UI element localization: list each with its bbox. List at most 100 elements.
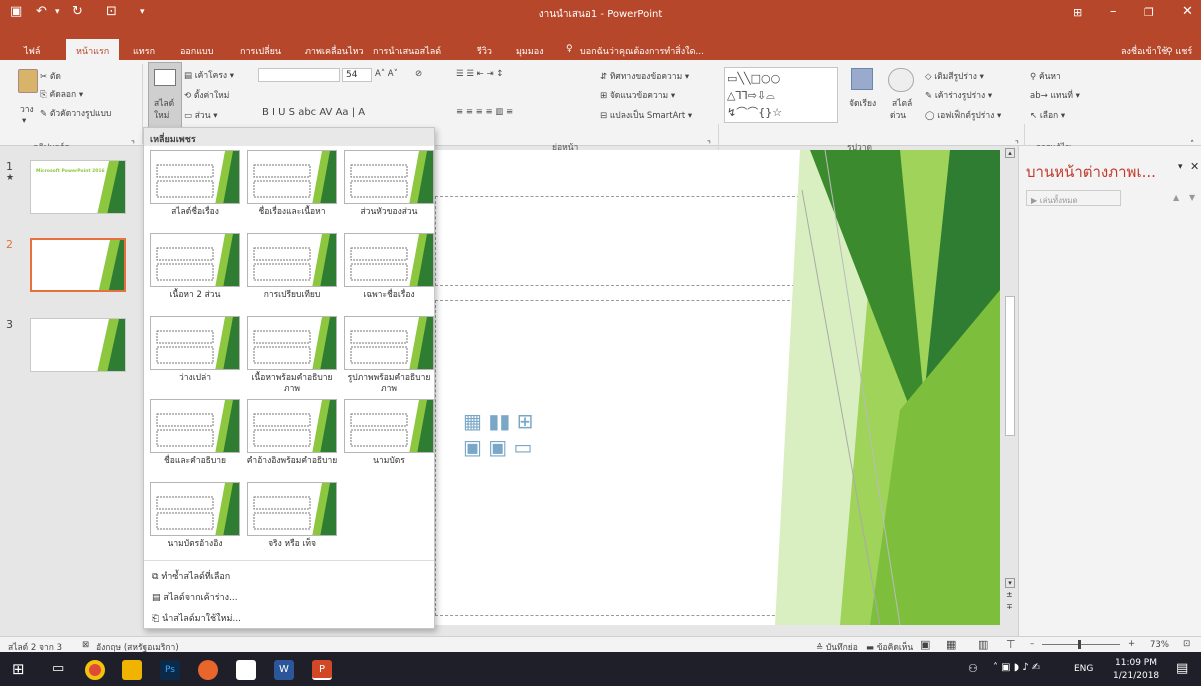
- layout-option[interactable]: [247, 150, 337, 204]
- clock-date[interactable]: 1/21/2018: [1113, 671, 1159, 681]
- tab-review[interactable]: รีวิว: [477, 44, 492, 58]
- layout-option[interactable]: [344, 150, 434, 204]
- tab-insert[interactable]: แทรก: [133, 44, 155, 58]
- pane-options-icon[interactable]: ▾: [1178, 162, 1183, 172]
- layout-option[interactable]: [150, 399, 240, 453]
- slides-from-outline-item[interactable]: ▤ สไลด์จากเค้าร่าง...: [152, 590, 238, 604]
- tray-icons[interactable]: ˄ ▣ ◗ ♪ ✍: [993, 662, 1040, 673]
- layout-option[interactable]: [344, 316, 434, 370]
- scissors-icon[interactable]: ✂ ตัด: [40, 69, 61, 83]
- tab-file[interactable]: ไฟล์: [24, 44, 40, 58]
- slide-thumbnail-2[interactable]: [30, 238, 126, 292]
- font-grow-icon[interactable]: A˄ A˅: [375, 69, 398, 79]
- photoshop-icon[interactable]: Ps: [160, 660, 180, 680]
- close-icon[interactable]: ✕: [1182, 4, 1193, 19]
- chrome-icon[interactable]: [85, 660, 105, 680]
- section-button[interactable]: ▭ ส่วน ▾: [184, 108, 217, 122]
- align-text-button[interactable]: ⊞ จัดแนวข้อความ ▾: [600, 88, 675, 102]
- layout-option[interactable]: [247, 399, 337, 453]
- scroll-thumb[interactable]: [1005, 296, 1015, 436]
- layout-option[interactable]: [150, 316, 240, 370]
- clock-time[interactable]: 11:09 PM: [1115, 658, 1157, 668]
- arrange-icon[interactable]: [851, 68, 873, 90]
- smartart-button[interactable]: ⊟ แปลงเป็น SmartArt ▾: [600, 108, 692, 122]
- powerpoint-icon[interactable]: P: [312, 660, 332, 680]
- replace-button[interactable]: ab→ แทนที่ ▾: [1030, 88, 1080, 102]
- firefox-icon[interactable]: [198, 660, 218, 680]
- windows-start-icon[interactable]: ⊞: [12, 660, 25, 678]
- maximize-icon[interactable]: ❐: [1144, 6, 1154, 19]
- zoom-out-icon[interactable]: –: [1030, 639, 1034, 649]
- layout-option[interactable]: [247, 482, 337, 536]
- new-slide-button[interactable]: สไลด์ ใหม่: [148, 62, 182, 128]
- layout-option[interactable]: [150, 150, 240, 204]
- find-button[interactable]: ⚲ ค้นหา: [1030, 69, 1061, 83]
- zoom-slider-thumb[interactable]: [1078, 640, 1081, 649]
- chevron-down-icon[interactable]: ▾: [22, 116, 26, 126]
- play-all-button[interactable]: ▶ เล่นทั้งหมด: [1026, 190, 1121, 206]
- layout-option[interactable]: [150, 233, 240, 287]
- slide-scrollbar[interactable]: ▴ ▾ ± ∓: [1003, 146, 1018, 616]
- signin-link[interactable]: ลงชื่อเข้าใช้: [1121, 44, 1167, 58]
- format-painter-button[interactable]: ✎ ตัวคัดวางรูปแบบ: [40, 106, 111, 120]
- spelling-icon[interactable]: ⊠: [82, 640, 89, 650]
- move-down-icon[interactable]: ▼: [1189, 193, 1195, 202]
- fit-slide-icon[interactable]: ⊡: [1183, 639, 1190, 649]
- ribbon-display-icon[interactable]: ⊞: [1073, 6, 1082, 19]
- layout-option[interactable]: [247, 316, 337, 370]
- tab-design[interactable]: ออกแบบ: [180, 44, 214, 58]
- shape-fill-button[interactable]: ◇ เติมสีรูปร่าง ▾: [925, 69, 984, 83]
- paste-icon[interactable]: [18, 69, 38, 93]
- slide-thumbnail-3[interactable]: [30, 318, 126, 372]
- shape-outline-button[interactable]: ✎ เค้าร่างรูปร่าง ▾: [925, 88, 992, 102]
- mail-icon[interactable]: [236, 660, 256, 680]
- minimize-icon[interactable]: –: [1110, 4, 1117, 19]
- copy-button[interactable]: ⎘ คัดลอก ▾: [40, 87, 83, 101]
- input-language[interactable]: ENG: [1074, 664, 1093, 674]
- slide-sorter-icon[interactable]: ▦: [946, 638, 956, 651]
- people-icon[interactable]: ⚇: [968, 662, 978, 675]
- zoom-slider[interactable]: [1042, 644, 1120, 645]
- tab-slideshow[interactable]: การนำเสนอสไลด์: [373, 44, 441, 58]
- zoom-in-icon[interactable]: +: [1128, 639, 1135, 649]
- reading-view-icon[interactable]: ▥: [978, 638, 988, 651]
- scroll-up-icon[interactable]: ▴: [1005, 148, 1015, 158]
- align-buttons[interactable]: ≡ ≡ ≡ ≡ ▥ ≡: [456, 107, 513, 117]
- slide-thumbnail-1[interactable]: Microsoft PowerPoint 2016: [30, 160, 126, 214]
- layout-option[interactable]: [247, 233, 337, 287]
- next-slide-icon[interactable]: ∓: [1006, 602, 1013, 611]
- list-buttons[interactable]: ☰ ☰ ⇤ ⇥ ↕: [456, 69, 503, 79]
- clear-format-icon[interactable]: ⊘: [415, 69, 422, 79]
- notification-icon[interactable]: ▤: [1176, 661, 1188, 676]
- tab-transitions[interactable]: การเปลี่ยน: [240, 44, 281, 58]
- slideshow-icon[interactable]: ⊤: [1006, 638, 1016, 651]
- prev-slide-icon[interactable]: ±: [1006, 590, 1013, 599]
- slide-canvas[interactable]: ▦ ▮▮ ⊞ ▣ ▣ ▭: [430, 150, 1000, 625]
- dialog-launcher-icon[interactable]: ⌝: [707, 140, 711, 150]
- layout-button[interactable]: ▤ เค้าโครง ▾: [184, 68, 234, 82]
- font-size-input[interactable]: 54: [342, 68, 372, 82]
- paste-label[interactable]: วาง: [20, 102, 34, 116]
- text-direction-button[interactable]: ⇵ ทิศทางของข้อความ ▾: [600, 69, 689, 83]
- task-view-icon[interactable]: ▭: [52, 661, 64, 676]
- move-up-icon[interactable]: ▲: [1173, 193, 1179, 202]
- shapes-gallery[interactable]: ▭╲╲□○○ △⅂⅂⇨⇩⌓ ↯⌒⌒{}☆: [724, 67, 838, 123]
- arrange-label[interactable]: จัดเรียง: [849, 96, 876, 110]
- tab-animations[interactable]: ภาพเคลื่อนไหว: [305, 44, 364, 58]
- share-button[interactable]: ⚲ แชร์: [1166, 44, 1192, 58]
- reuse-slides-item[interactable]: ⎗ นำสไลด์มาใช้ใหม่...: [152, 611, 241, 625]
- quick-styles-icon[interactable]: [888, 68, 914, 92]
- shape-effects-button[interactable]: ◯ เอฟเฟ็กต์รูปร่าง ▾: [925, 108, 1001, 122]
- file-explorer-icon[interactable]: [122, 660, 142, 680]
- font-name-input[interactable]: [258, 68, 340, 82]
- layout-option[interactable]: [344, 399, 434, 453]
- zoom-level[interactable]: 73%: [1150, 640, 1169, 650]
- close-icon[interactable]: ✕: [1190, 160, 1199, 173]
- tab-view[interactable]: มุมมอง: [516, 44, 544, 58]
- select-button[interactable]: ↖ เลือก ▾: [1030, 108, 1065, 122]
- duplicate-slide-item[interactable]: ⧉ ทำซ้ำสไลด์ที่เลือก: [152, 569, 230, 583]
- scroll-down-icon[interactable]: ▾: [1005, 578, 1015, 588]
- layout-option[interactable]: [150, 482, 240, 536]
- layout-option[interactable]: [344, 233, 434, 287]
- tell-me-input[interactable]: บอกฉันว่าคุณต้องการทำสิ่งใด...: [580, 44, 704, 58]
